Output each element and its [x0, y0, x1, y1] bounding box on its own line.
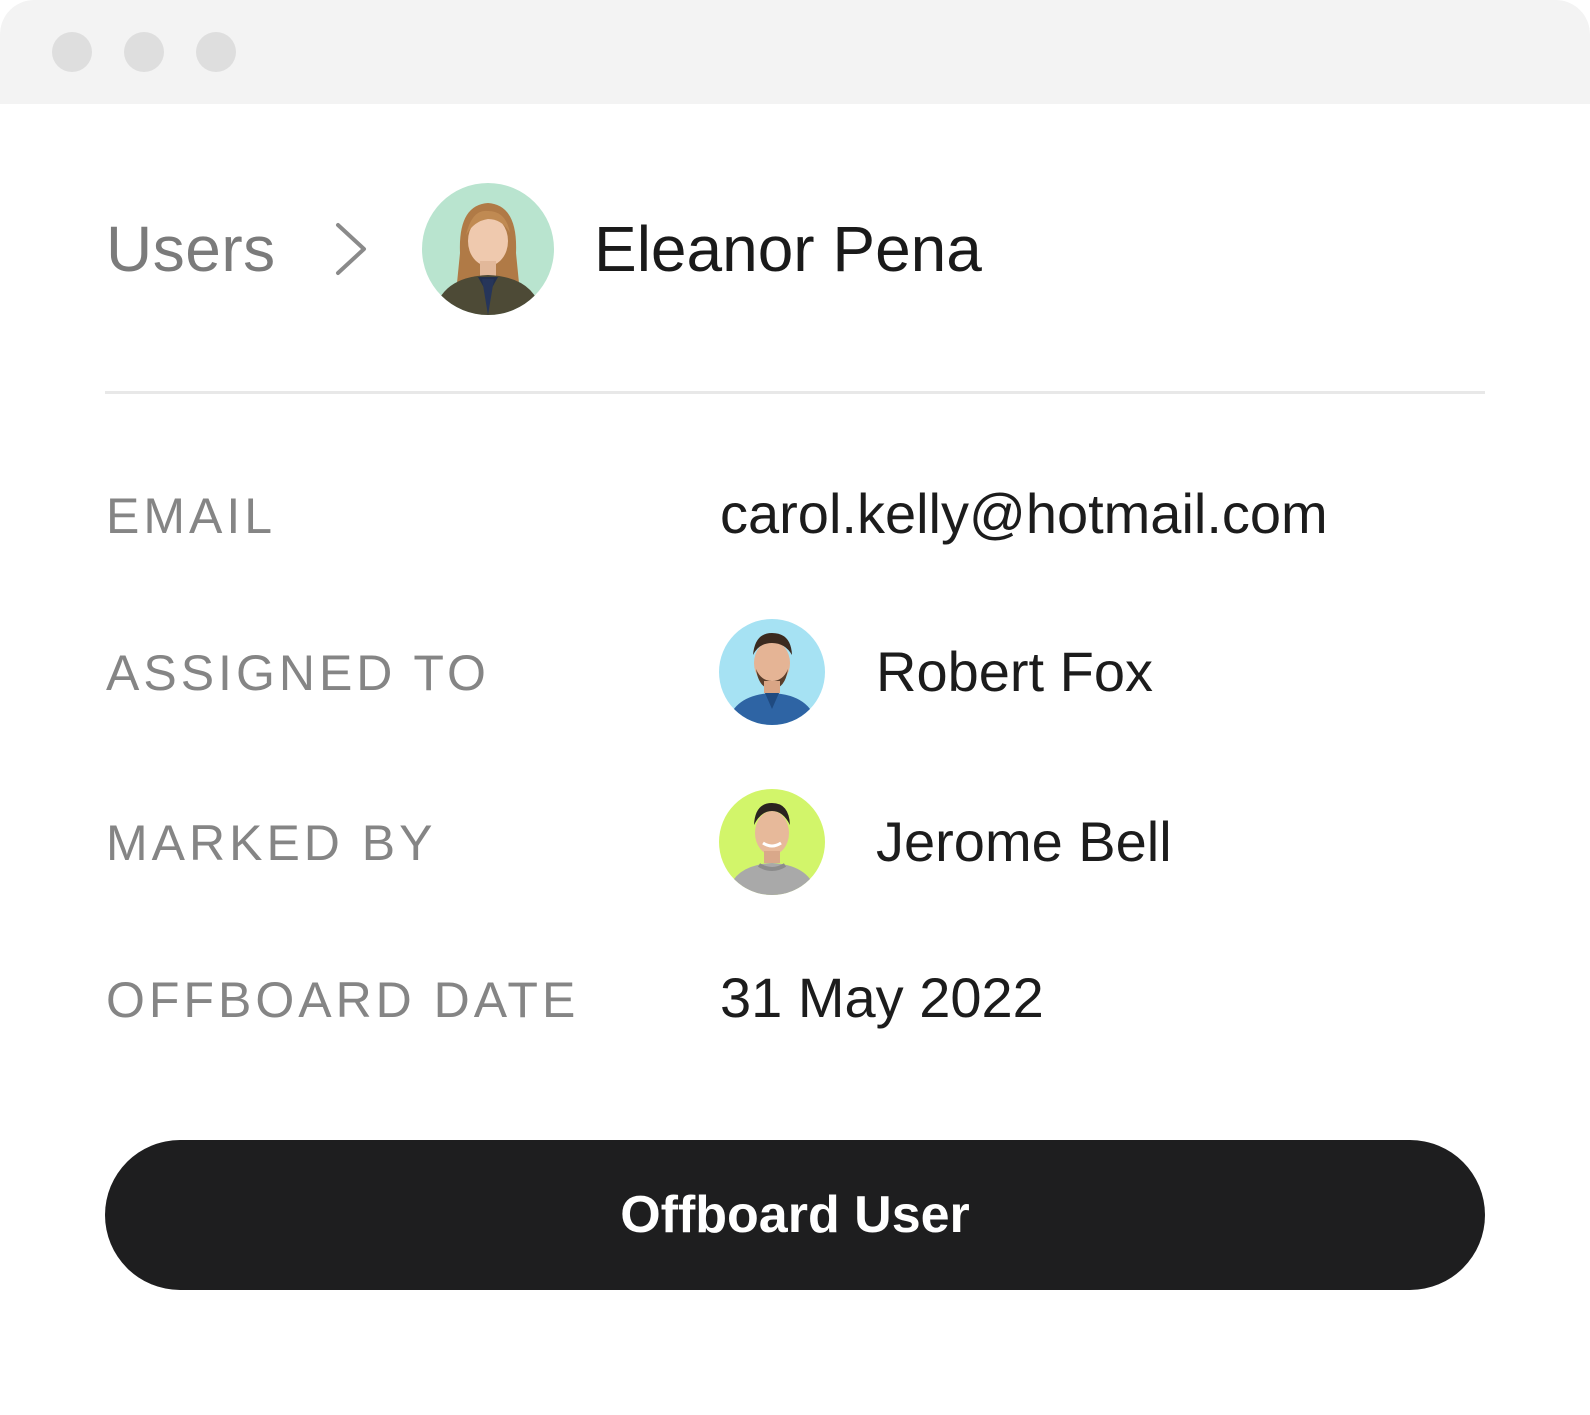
offboard-date-value: 31 May 2022: [720, 966, 1044, 1029]
window-maximize-dot-icon[interactable]: [196, 32, 236, 72]
assigned-to-label: ASSIGNED TO: [106, 645, 490, 701]
title-bar: [0, 0, 1590, 104]
chevron-right-icon: [336, 223, 366, 275]
robert-fox-avatar: [719, 619, 825, 725]
window-close-dot-icon[interactable]: [52, 32, 92, 72]
breadcrumb-current-user: Eleanor Pena: [594, 213, 982, 285]
marked-by-label: MARKED BY: [106, 815, 437, 871]
header-divider: [105, 391, 1485, 394]
breadcrumb-users-link[interactable]: Users: [106, 213, 276, 285]
email-value: carol.kelly@hotmail.com: [720, 482, 1328, 545]
email-label: EMAIL: [106, 488, 277, 544]
jerome-bell-avatar: [719, 789, 825, 895]
offboard-date-label: OFFBOARD DATE: [106, 972, 580, 1028]
eleanor-pena-avatar: [422, 183, 554, 315]
assigned-to-value: Robert Fox: [876, 640, 1153, 703]
window-minimize-dot-icon[interactable]: [124, 32, 164, 72]
app-window: Users Eleanor Pena EMAIL carol.kelly@hot…: [0, 0, 1590, 1415]
marked-by-value: Jerome Bell: [876, 810, 1172, 873]
offboard-user-button[interactable]: Offboard User: [105, 1140, 1485, 1290]
breadcrumb: Users Eleanor Pena: [106, 183, 1486, 315]
